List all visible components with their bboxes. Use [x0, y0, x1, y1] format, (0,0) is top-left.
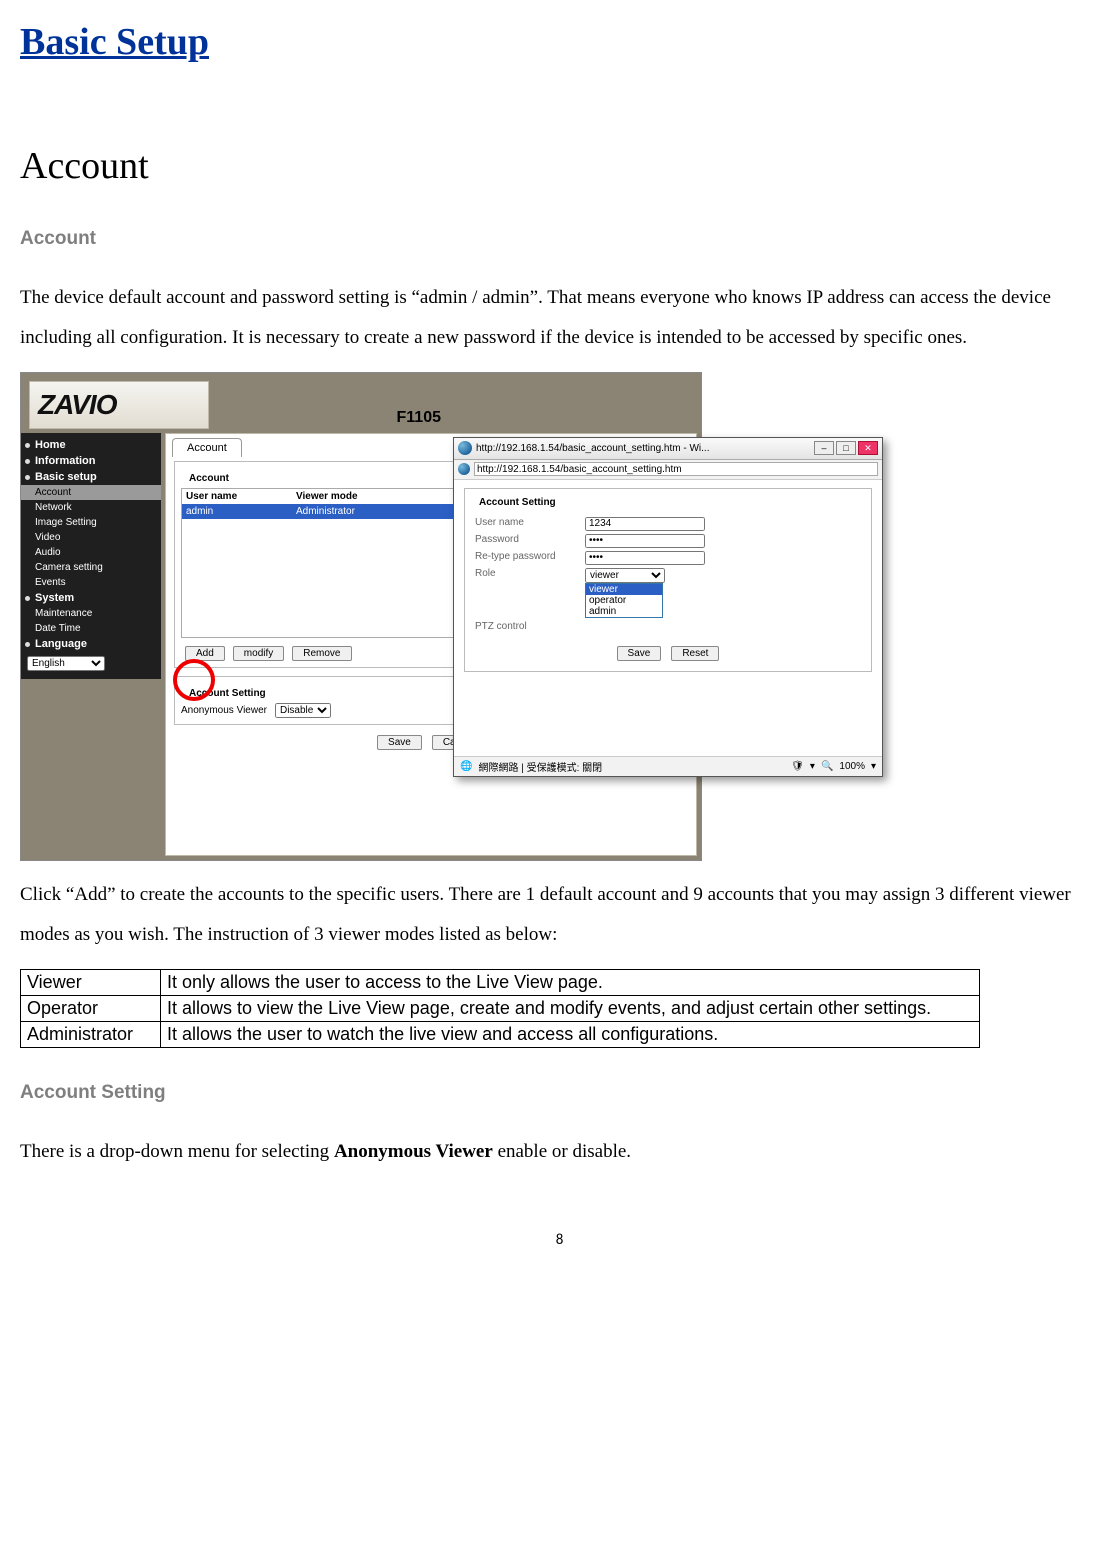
cell-role-viewer: Viewer	[21, 969, 161, 995]
paragraph-anon-viewer: There is a drop-down menu for selecting …	[20, 1132, 1099, 1172]
account-group-label: Account	[185, 473, 233, 484]
label-retype-password: Re-type password	[475, 551, 585, 562]
ie-icon	[458, 463, 470, 475]
sidebar-item-video[interactable]: Video	[21, 530, 161, 545]
sidebar-item-maintenance[interactable]: Maintenance	[21, 606, 161, 621]
sidebar-item-camera-setting[interactable]: Camera setting	[21, 560, 161, 575]
paragraph-intro: The device default account and password …	[20, 278, 1099, 358]
label-user-name: User name	[475, 517, 585, 528]
popup-fieldset: Account Setting User name Password Re-ty…	[464, 488, 872, 672]
cell-desc-operator: It allows to view the Live View page, cr…	[161, 995, 980, 1021]
table-row: Operator It allows to view the Live View…	[21, 995, 980, 1021]
brand-logo: ZAVIO	[29, 381, 209, 429]
popup-titlebar[interactable]: http://192.168.1.54/basic_account_settin…	[454, 438, 882, 460]
sidebar-item-system[interactable]: System	[21, 590, 161, 606]
popup-window: http://192.168.1.54/basic_account_settin…	[453, 437, 883, 777]
table-row: Administrator It allows the user to watc…	[21, 1021, 980, 1047]
sidebar-item-events[interactable]: Events	[21, 575, 161, 590]
cell-role-administrator: Administrator	[21, 1021, 161, 1047]
ie-icon	[458, 441, 472, 455]
page-number: 8	[20, 1231, 1099, 1249]
sidebar-item-basic-setup[interactable]: Basic setup	[21, 469, 161, 485]
subheading-account-setting: Account Setting	[20, 1082, 1099, 1104]
label-role: Role	[475, 568, 585, 579]
status-text: 網際網路 | 受保護模式: 關閉	[478, 759, 602, 774]
cell-desc-administrator: It allows the user to watch the live vie…	[161, 1021, 980, 1047]
retype-password-field[interactable]	[585, 551, 705, 565]
anonymous-viewer-label: Anonymous Viewer	[181, 705, 267, 716]
table-row: Viewer It only allows the user to access…	[21, 969, 980, 995]
popup-reset-button[interactable]: Reset	[671, 646, 719, 661]
sidebar-item-account[interactable]: Account	[21, 485, 161, 500]
tab-account[interactable]: Account	[172, 438, 242, 457]
globe-icon: 🌐	[460, 761, 472, 772]
sidebar-item-network[interactable]: Network	[21, 500, 161, 515]
role-option-viewer[interactable]: viewer	[586, 584, 662, 595]
role-select[interactable]: viewer	[585, 568, 665, 583]
add-button[interactable]: Add	[185, 646, 225, 661]
sidebar-item-audio[interactable]: Audio	[21, 545, 161, 560]
paragraph-add-accounts: Click “Add” to create the accounts to th…	[20, 875, 1099, 955]
role-option-admin[interactable]: admin	[586, 606, 662, 617]
page-title: Basic Setup	[20, 20, 1099, 64]
label-password: Password	[475, 534, 585, 545]
cell-desc-viewer: It only allows the user to access to the…	[161, 969, 980, 995]
anonymous-viewer-select[interactable]: Disable	[275, 703, 331, 718]
sidebar-item-date-time[interactable]: Date Time	[21, 621, 161, 636]
password-field[interactable]	[585, 534, 705, 548]
zoom-level: 100%	[839, 761, 865, 772]
para3-post: enable or disable.	[493, 1141, 631, 1162]
role-dropdown-list[interactable]: viewer operator admin	[585, 583, 663, 618]
popup-save-button[interactable]: Save	[617, 646, 662, 661]
sidebar-item-language[interactable]: Language	[21, 636, 161, 652]
label-ptz-control: PTZ control	[475, 621, 585, 632]
screenshot-container: ZAVIO F1105 Home Information Basic setup…	[20, 372, 702, 861]
url-field[interactable]	[474, 462, 878, 476]
subheading-account: Account	[20, 228, 1099, 250]
model-label: F1105	[397, 409, 441, 427]
sidebar-nav: Home Information Basic setup Account Net…	[21, 433, 161, 679]
role-option-operator[interactable]: operator	[586, 595, 662, 606]
popup-fieldset-label: Account Setting	[475, 497, 560, 508]
col-user-name: User name	[182, 489, 292, 504]
user-name-field[interactable]	[585, 517, 705, 531]
section-title-account: Account	[20, 144, 1099, 188]
minimize-icon[interactable]: –	[814, 441, 834, 455]
save-button[interactable]: Save	[377, 735, 422, 750]
account-setting-group-label: Account Setting	[185, 688, 270, 699]
sidebar-item-information[interactable]: Information	[21, 453, 161, 469]
modify-button[interactable]: modify	[233, 646, 284, 661]
popup-title-text: http://192.168.1.54/basic_account_settin…	[476, 443, 810, 454]
shield-icon: 🛡	[791, 761, 804, 772]
cell-user: admin	[182, 504, 292, 519]
para3-bold: Anonymous Viewer	[334, 1141, 493, 1162]
sidebar-item-image-setting[interactable]: Image Setting	[21, 515, 161, 530]
cell-role-operator: Operator	[21, 995, 161, 1021]
popup-statusbar: 🌐 網際網路 | 受保護模式: 關閉 🛡 ▾ 🔍 100% ▾	[454, 756, 882, 776]
remove-button[interactable]: Remove	[292, 646, 351, 661]
close-icon[interactable]: ✕	[858, 441, 878, 455]
viewer-modes-table: Viewer It only allows the user to access…	[20, 969, 980, 1048]
zoom-icon[interactable]: 🔍	[821, 761, 833, 772]
sidebar-item-home[interactable]: Home	[21, 437, 161, 453]
maximize-icon[interactable]: □	[836, 441, 856, 455]
language-select[interactable]: English	[27, 656, 105, 671]
para3-pre: There is a drop-down menu for selecting	[20, 1141, 334, 1162]
